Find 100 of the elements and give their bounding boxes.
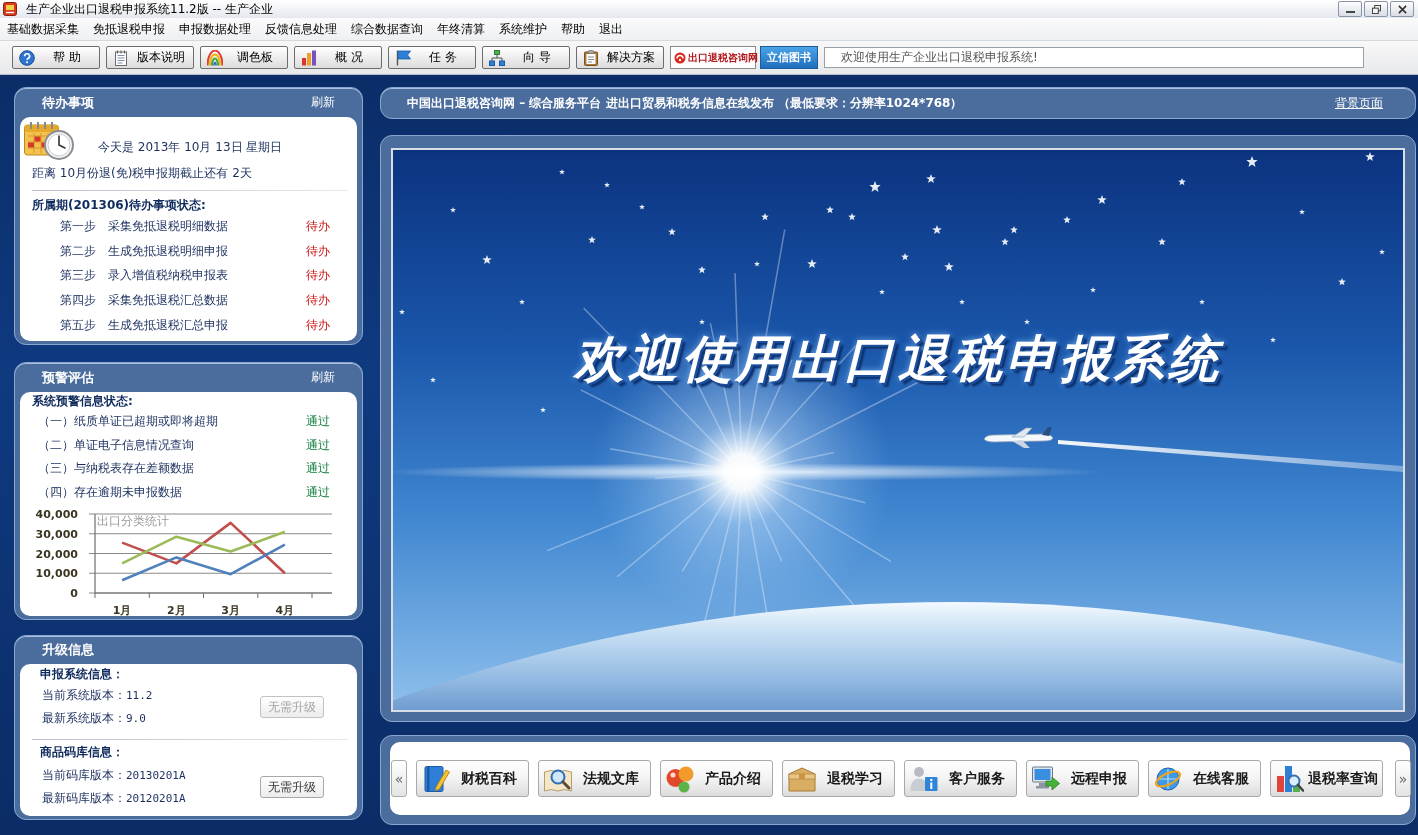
section-heading: 申报系统信息： <box>39 666 125 683</box>
window-title: 生产企业出口退税申报系统11.2版 -- 生产企业 <box>26 0 273 18</box>
app-icon <box>3 2 17 16</box>
step-label: 第二步 <box>60 242 97 260</box>
welcome-headline: 欢迎使用出口退税申报系统 <box>574 329 1222 390</box>
book-pencil-icon <box>422 764 450 793</box>
menu-item[interactable]: 系统维护 <box>492 21 554 37</box>
info-bar-text: 中国出口退税咨询网 – 综合服务平台 进出口贸易和税务信息在线发布 （最低要求：分辨率1024*768） <box>407 94 963 112</box>
bar-chart-icon <box>301 49 317 66</box>
toolbar-button[interactable]: 概 况 <box>294 46 382 69</box>
panel-title: 待办事项 <box>42 93 94 112</box>
refresh-link[interactable]: 刷新 <box>311 369 335 386</box>
toolbar-button[interactable]: 帮 助 <box>12 46 100 69</box>
menu-item[interactable]: 退出 <box>592 21 630 37</box>
background-page-link[interactable]: 背景页面 <box>1335 94 1383 112</box>
close-button[interactable] <box>1390 1 1414 17</box>
quick-link-button[interactable]: 退税率查询 <box>1270 760 1383 797</box>
step-task-text: 采集免抵退税汇总数据 <box>108 292 228 310</box>
menu-item[interactable]: 反馈信息处理 <box>258 21 344 37</box>
bubbles-icon <box>666 764 694 793</box>
toolbar-button[interactable]: 任 务 <box>388 46 476 69</box>
refresh-link[interactable]: 刷新 <box>311 94 335 111</box>
help-icon <box>19 49 35 66</box>
emblem-icon <box>674 51 686 64</box>
quick-link-button[interactable]: 产品介绍 <box>660 760 773 797</box>
step-task-text: 录入增值税纳税申报表 <box>108 267 228 285</box>
scroll-left-button[interactable]: « <box>391 760 407 797</box>
today-date-text: 今天是 2013年 10月 13日 星期日 <box>98 139 283 156</box>
step-label: 第三步 <box>60 267 97 285</box>
axis-label: 0 <box>70 587 78 600</box>
restore-icon <box>1371 4 1381 14</box>
clipboard-icon <box>583 49 599 66</box>
publisher-logo-link[interactable]: 立信图书 <box>760 46 818 69</box>
warning-item-text: （二）单证电子信息情况查询 <box>38 436 194 454</box>
chart-magnifier-icon <box>1276 764 1304 793</box>
minimize-button[interactable] <box>1338 1 1362 17</box>
axis-label: 30,000 <box>35 527 78 541</box>
toolbar-button[interactable]: 向 导 <box>482 46 570 69</box>
globe-icon <box>1154 764 1182 793</box>
deadline-text: 距离 10月份退(免)税申报期截止还有 2天 <box>31 165 253 182</box>
section-heading: 商品码库信息： <box>39 744 125 761</box>
chart-title: 出口分类统计 <box>97 514 169 528</box>
section-heading: 所属期(201306)待办事项状态: <box>31 197 207 214</box>
version-label: 当前码库版本： <box>42 767 126 784</box>
quick-link-button[interactable]: 远程申报 <box>1026 760 1139 797</box>
quick-link-button[interactable]: 财税百科 <box>416 760 529 797</box>
quick-link-button[interactable]: 在线客服 <box>1148 760 1261 797</box>
monitor-arrow-icon <box>1032 764 1060 793</box>
restore-button[interactable] <box>1364 1 1388 17</box>
menu-item[interactable]: 年终清算 <box>430 21 492 37</box>
version-value: 11.2 <box>126 689 153 702</box>
airplane-icon <box>982 427 1054 449</box>
version-label: 最新码库版本： <box>42 790 126 807</box>
consult-site-logo-link[interactable]: 出口退税咨询网 <box>670 46 756 69</box>
menu-item[interactable]: 综合数据查询 <box>344 21 430 37</box>
step-label: 第五步 <box>60 316 97 334</box>
version-value: 20130201A <box>126 769 186 782</box>
menu-item[interactable]: 免抵退税申报 <box>86 21 172 37</box>
version-label: 当前系统版本： <box>42 687 126 704</box>
status-text: 通过 <box>306 460 330 478</box>
quick-link-button[interactable]: 退税学习 <box>782 760 895 797</box>
close-icon <box>1397 4 1407 14</box>
step-task-text: 生成免抵退税明细申报 <box>108 242 228 260</box>
axis-label: 1月 <box>112 604 132 616</box>
toolbar-button[interactable]: 版本说明 <box>106 46 194 69</box>
status-text: 待办 <box>306 267 330 285</box>
step-task-text: 采集免抵退税明细数据 <box>108 217 228 235</box>
toolbar-button[interactable]: 调色板 <box>200 46 288 69</box>
step-label: 第四步 <box>60 292 97 310</box>
menu-item[interactable]: 申报数据处理 <box>172 21 258 37</box>
section-heading: 系统预警信息状态: <box>31 393 134 410</box>
panel-title: 升级信息 <box>42 641 94 659</box>
menu-item[interactable]: 帮助 <box>554 21 592 37</box>
quick-link-button[interactable]: 客户服务 <box>904 760 1017 797</box>
status-text: 通过 <box>306 413 330 431</box>
status-text: 待办 <box>306 242 330 260</box>
axis-label: 40,000 <box>35 508 78 521</box>
status-text: 通过 <box>306 436 330 454</box>
axis-label: 2月 <box>167 604 186 616</box>
version-value: 20120201A <box>126 792 186 805</box>
status-text: 待办 <box>306 316 330 334</box>
warning-item-text: （三）与纳税表存在差额数据 <box>38 460 194 478</box>
step-label: 第一步 <box>60 217 97 235</box>
minimize-icon <box>1345 10 1355 13</box>
version-label: 最新系统版本： <box>42 710 126 727</box>
flag-icon <box>395 49 411 66</box>
notepad-icon <box>113 49 129 66</box>
calendar-clock-icon <box>24 120 74 160</box>
rainbow-icon <box>207 49 223 66</box>
axis-label: 10,000 <box>35 567 78 581</box>
toolbar-button[interactable]: 解决方案 <box>576 46 664 69</box>
menu-item[interactable]: 基础数据采集 <box>0 21 86 37</box>
status-text: 待办 <box>306 292 330 310</box>
quick-link-button[interactable]: 法规文库 <box>538 760 651 797</box>
axis-label: 20,000 <box>35 547 78 561</box>
scroll-right-button[interactable]: » <box>1395 760 1411 797</box>
panel-title: 预警评估 <box>42 368 94 387</box>
step-task-text: 生成免抵退税汇总申报 <box>108 316 228 334</box>
status-text: 待办 <box>306 217 330 235</box>
upgrade-button[interactable]: 无需升级 <box>260 776 324 798</box>
